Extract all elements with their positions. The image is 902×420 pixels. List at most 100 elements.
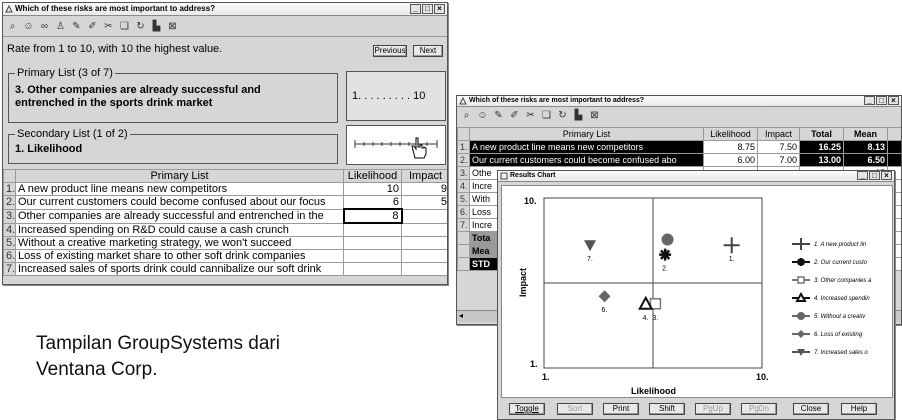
- row-item: Increased sales of sports drink could ca…: [15, 261, 344, 276]
- app-icon: [5, 5, 13, 13]
- print-button[interactable]: Print: [603, 403, 639, 415]
- maximize-button[interactable]: □: [869, 171, 880, 180]
- sort-button[interactable]: Sort: [557, 403, 593, 415]
- likelihood-cell: 8.75: [703, 140, 758, 154]
- table-row[interactable]: 5. Without a creative marketing strategy,…: [3, 235, 447, 250]
- legend-label-1: 1. A new product lin: [814, 242, 867, 248]
- previous-button[interactable]: Previous: [373, 45, 407, 57]
- data-point-6: [598, 290, 611, 303]
- point-label-6: 6.: [602, 307, 608, 314]
- table-row[interactable]: 2. Our current customers could become con…: [457, 153, 901, 167]
- toolbar: ⌕ ☺ ✎ ✐ ✂ ❏ ↻ ▙ ⊠: [457, 108, 901, 122]
- caption-line-1: Tampilan GroupSystems dari: [36, 333, 280, 354]
- row-number: 3.: [457, 166, 470, 180]
- cut-icon[interactable]: ✂: [524, 109, 537, 122]
- row-item: Our current customers could become confu…: [15, 195, 344, 210]
- box-close-icon[interactable]: ⊠: [588, 109, 601, 122]
- page-down-button[interactable]: PgDn: [741, 403, 777, 415]
- table-row[interactable]: 6. Loss of existing market share to other…: [3, 248, 447, 263]
- toolbar: ⌕ ☺ ∞ ♙ ✎ ✐ ✂ ❏ ↻ ▙ ⊠: [3, 18, 447, 34]
- toggle-button[interactable]: Toggle: [509, 403, 545, 415]
- impact-cell[interactable]: [401, 261, 447, 276]
- maximize-button[interactable]: □: [876, 96, 887, 105]
- zoom-icon[interactable]: ⌕: [6, 20, 19, 33]
- page-up-button[interactable]: PgUp: [695, 403, 731, 415]
- likelihood-cell[interactable]: [343, 235, 402, 250]
- cut-icon[interactable]: ✂: [102, 20, 115, 33]
- rating-table: Primary List Likelihood Impact 1. A new p…: [3, 169, 447, 276]
- summary-window-titlebar[interactable]: Which of these risks are most important …: [457, 96, 901, 107]
- comment-icon[interactable]: ☺: [22, 20, 35, 33]
- maximize-button[interactable]: □: [422, 4, 433, 14]
- vote-icon[interactable]: ✎: [70, 20, 83, 33]
- impact-cell[interactable]: [401, 208, 447, 224]
- y-tick-min: 1.: [530, 359, 538, 369]
- comment-icon[interactable]: ☺: [476, 109, 489, 122]
- box-close-icon[interactable]: ⊠: [166, 20, 179, 33]
- table-row[interactable]: 1. A new product line means new competito…: [457, 140, 901, 154]
- table-row[interactable]: 7. Increased sales of sports drink could …: [3, 261, 447, 276]
- y-axis-label: Impact: [518, 268, 528, 297]
- extra-column: [887, 127, 901, 141]
- people-icon[interactable]: ♙: [54, 20, 67, 33]
- row-number: 5.: [3, 235, 16, 250]
- row-number: 5.: [457, 192, 470, 206]
- stack-icon[interactable]: ❏: [118, 20, 131, 33]
- stack-icon[interactable]: ❏: [540, 109, 553, 122]
- column-header-primary-list: Primary List: [15, 169, 344, 183]
- row-number: 7.: [3, 261, 16, 276]
- impact-cell[interactable]: [401, 222, 447, 237]
- minimize-button[interactable]: _: [410, 4, 421, 14]
- likelihood-cell[interactable]: 10: [343, 182, 402, 196]
- close-chart-button[interactable]: Close: [793, 403, 829, 415]
- impact-cell[interactable]: [401, 235, 447, 250]
- impact-cell: 7.00: [757, 153, 800, 167]
- results-titlebar[interactable]: Results Chart _ □ ×: [498, 171, 894, 182]
- edit-icon[interactable]: ✐: [86, 20, 99, 33]
- table-row[interactable]: 2. Our current customers could become con…: [3, 195, 447, 210]
- row-item: Without a creative marketing strategy, w…: [15, 235, 344, 250]
- help-button[interactable]: Help: [841, 403, 877, 415]
- table-row[interactable]: 4. Increased spending on R&D could cause …: [3, 222, 447, 237]
- impact-cell[interactable]: 9: [401, 182, 447, 196]
- refresh-icon[interactable]: ↻: [556, 109, 569, 122]
- empty-cell: [887, 140, 901, 154]
- instruction-text: Rate from 1 to 10, with 10 the highest v…: [7, 43, 223, 55]
- likelihood-cell[interactable]: [343, 222, 402, 237]
- secondary-item-text: 1. Likelihood: [15, 143, 83, 155]
- vote-icon[interactable]: ✎: [492, 109, 505, 122]
- row-number: 1.: [457, 140, 470, 154]
- shift-button[interactable]: Shift: [649, 403, 685, 415]
- likelihood-cell[interactable]: 6: [343, 195, 402, 210]
- edit-icon[interactable]: ✐: [508, 109, 521, 122]
- close-button[interactable]: ×: [881, 171, 892, 180]
- impact-cell[interactable]: [401, 248, 447, 263]
- window-title: Which of these risks are most important …: [469, 97, 645, 104]
- chart-icon[interactable]: ▙: [572, 109, 585, 122]
- refresh-icon[interactable]: ↻: [134, 20, 147, 33]
- row-item: Loss of existing market share to other s…: [15, 248, 344, 263]
- likelihood-cell[interactable]: [343, 261, 402, 276]
- table-row[interactable]: 1. A new product line means new competito…: [3, 182, 447, 196]
- divider: [3, 36, 447, 37]
- next-button[interactable]: Next: [413, 45, 443, 57]
- binoculars-icon[interactable]: ∞: [38, 20, 51, 33]
- chart-icon[interactable]: ▙: [150, 20, 163, 33]
- scale-label: 1. . . . . . . . . 10: [352, 90, 426, 102]
- impact-cell[interactable]: 5: [401, 195, 447, 210]
- close-button[interactable]: ×: [434, 4, 445, 14]
- minimize-button[interactable]: _: [864, 96, 875, 105]
- results-title: Results Chart: [510, 172, 556, 179]
- scroll-left-icon[interactable]: ◂: [459, 311, 463, 320]
- zoom-icon[interactable]: ⌕: [460, 109, 473, 122]
- chart-window-icon: [500, 172, 508, 180]
- x-tick-min: 1.: [542, 372, 550, 382]
- minimize-button[interactable]: _: [857, 171, 868, 180]
- data-point-7: [584, 240, 597, 252]
- mean-cell: 6.50: [843, 153, 888, 167]
- likelihood-input-cell[interactable]: 8: [342, 208, 403, 224]
- table-row[interactable]: 3. Other companies are already successful…: [3, 208, 447, 224]
- close-button[interactable]: ×: [888, 96, 899, 105]
- rating-window-titlebar[interactable]: Which of these risks are most important …: [3, 3, 447, 16]
- likelihood-cell[interactable]: [343, 248, 402, 263]
